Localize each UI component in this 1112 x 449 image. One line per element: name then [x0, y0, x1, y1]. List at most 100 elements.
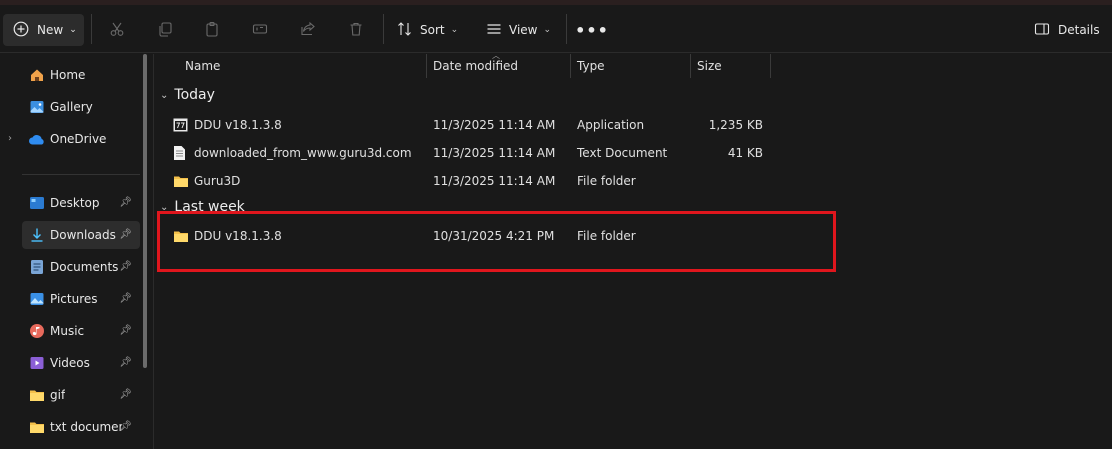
details-pane-button[interactable]: Details	[1034, 14, 1100, 46]
column-separator[interactable]	[570, 54, 571, 78]
column-header-date[interactable]: Date modified	[433, 54, 518, 78]
table-row[interactable]: Guru3D 11/3/2025 11:14 AM File folder	[170, 168, 770, 194]
pin-icon[interactable]: 📌︎	[119, 357, 132, 368]
pin-icon[interactable]: 📌︎	[119, 421, 132, 432]
column-header-label: Type	[577, 59, 605, 73]
sort-label: Sort	[420, 23, 445, 37]
sidebar-item-label: gif	[50, 388, 66, 402]
pin-icon[interactable]: 📌︎	[119, 229, 132, 240]
pin-icon[interactable]: 📌︎	[119, 389, 132, 400]
sidebar-item-label: txt documen	[50, 420, 122, 434]
sidebar-item-gallery[interactable]: Gallery	[22, 93, 140, 121]
file-type: File folder	[577, 174, 636, 188]
group-header-today[interactable]: ⌄ Today	[160, 87, 215, 103]
file-list: ︿ Name Date modified Type Size ⌄ Today D…	[154, 51, 1112, 449]
file-name: downloaded_from_www.guru3d.com	[194, 146, 412, 160]
column-separator[interactable]	[770, 54, 771, 78]
documents-icon	[28, 259, 46, 275]
sidebar-item-label: Gallery	[50, 100, 93, 114]
column-header-type[interactable]: Type	[577, 54, 605, 78]
more-icon: •••	[575, 20, 609, 40]
file-size	[685, 168, 763, 194]
downloads-icon	[28, 227, 46, 243]
gallery-icon	[28, 99, 46, 115]
chevron-down-icon: ⌄	[450, 25, 459, 35]
sidebar-item-label: Music	[50, 324, 85, 338]
more-options-button[interactable]: •••	[575, 14, 609, 46]
sidebar-item-videos[interactable]: Videos 📌︎	[22, 349, 140, 377]
red-highlight-box	[157, 211, 836, 272]
sidebar-item-gif[interactable]: gif 📌︎	[22, 381, 140, 409]
toolbar-separator	[566, 14, 567, 44]
file-date: 11/3/2025 11:14 AM	[433, 118, 556, 132]
folder-icon	[28, 387, 46, 403]
folder-icon	[28, 419, 46, 435]
file-type: Text Document	[577, 146, 668, 160]
table-row[interactable]: downloaded_from_www.guru3d.com 11/3/2025…	[170, 140, 770, 166]
file-date: 11/3/2025 11:14 AM	[433, 146, 556, 160]
desktop-icon	[28, 195, 46, 211]
toolbar-separator	[383, 14, 384, 44]
music-icon	[28, 323, 46, 339]
sidebar-item-label: Desktop	[50, 196, 100, 210]
share-button[interactable]	[292, 14, 324, 46]
paste-button[interactable]	[196, 14, 228, 46]
new-button[interactable]: New ⌄	[3, 14, 84, 46]
pin-icon[interactable]: 📌︎	[119, 261, 132, 272]
group-label: Today	[174, 87, 215, 103]
pictures-icon	[28, 291, 46, 307]
column-separator[interactable]	[426, 54, 427, 78]
sort-button[interactable]: Sort ⌄	[397, 14, 458, 46]
pin-icon[interactable]: 📌︎	[119, 293, 132, 304]
delete-icon	[348, 21, 364, 40]
column-header-label: Name	[185, 59, 221, 73]
chevron-right-icon[interactable]: ›	[8, 133, 12, 144]
sidebar-divider	[22, 174, 140, 175]
column-separator[interactable]	[690, 54, 691, 78]
sidebar-item-documents[interactable]: Documents 📌︎	[22, 253, 140, 281]
table-row[interactable]: DDU v18.1.3.8 11/3/2025 11:14 AM Applica…	[170, 112, 770, 138]
toolbar-separator	[91, 14, 92, 44]
column-header-name[interactable]: Name	[185, 54, 220, 78]
sidebar-item-label: Pictures	[50, 292, 98, 306]
file-name: Guru3D	[194, 174, 241, 188]
videos-icon	[28, 355, 46, 371]
file-size: 41 KB	[727, 146, 763, 160]
share-icon	[300, 21, 316, 40]
view-button[interactable]: View ⌄	[486, 14, 551, 46]
sidebar-item-pictures[interactable]: Pictures 📌︎	[22, 285, 140, 313]
command-bar: New ⌄ Sort ⌄ View ⌄ ••• Details	[0, 5, 1112, 53]
rename-button[interactable]	[244, 14, 276, 46]
view-list-icon	[486, 21, 502, 40]
new-button-label: New	[37, 23, 64, 37]
sidebar-scrollbar[interactable]	[143, 54, 147, 368]
rename-icon	[252, 21, 268, 40]
view-label: View	[509, 23, 538, 37]
cut-icon	[109, 21, 125, 40]
copy-icon	[157, 21, 173, 40]
sidebar-item-music[interactable]: Music 📌︎	[22, 317, 140, 345]
copy-button[interactable]	[149, 14, 181, 46]
plus-circle-icon	[13, 21, 29, 40]
sidebar-item-label: OneDrive	[50, 132, 107, 146]
column-header-size[interactable]: Size	[697, 54, 722, 78]
sidebar-item-desktop[interactable]: Desktop 📌︎	[22, 189, 140, 217]
sidebar-item-onedrive[interactable]: OneDrive	[22, 125, 140, 153]
paste-icon	[204, 21, 220, 40]
column-header-label: Size	[697, 59, 722, 73]
onedrive-icon	[28, 131, 46, 147]
pin-icon[interactable]: 📌︎	[119, 325, 132, 336]
delete-button[interactable]	[340, 14, 372, 46]
chevron-down-icon: ⌄	[543, 25, 552, 35]
sidebar-item-downloads[interactable]: Downloads 📌︎	[22, 221, 140, 249]
pin-icon[interactable]: 📌︎	[119, 197, 132, 208]
sidebar-item-home[interactable]: Home	[22, 61, 140, 89]
sidebar-item-label: Downloads	[50, 228, 116, 242]
home-icon	[28, 67, 46, 83]
details-pane-icon	[1034, 21, 1050, 40]
details-label: Details	[1058, 23, 1100, 37]
folder-icon	[173, 174, 190, 189]
sidebar-item-txt-documents[interactable]: txt documen 📌︎	[22, 413, 140, 441]
navigation-pane: Home Gallery › OneDrive Desktop 📌︎ Downl…	[0, 54, 153, 449]
cut-button[interactable]	[101, 14, 133, 46]
